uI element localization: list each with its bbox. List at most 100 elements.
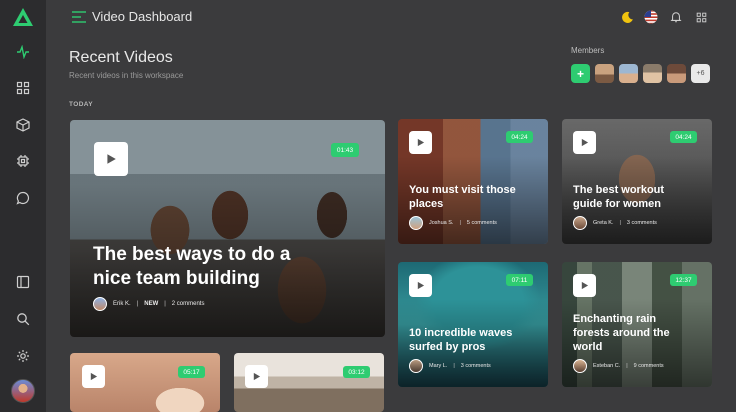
play-icon (90, 372, 98, 381)
video-card[interactable]: 03:12 (234, 353, 384, 412)
play-button[interactable] (409, 274, 432, 297)
video-title: The best workout guide for women (573, 184, 664, 212)
play-icon (417, 138, 425, 147)
member-avatar[interactable] (643, 64, 662, 83)
sidebar (0, 0, 46, 412)
duration-badge: 05:17 (178, 366, 205, 378)
duration-badge: 07:11 (506, 274, 533, 286)
video-card[interactable]: 07:11 10 incredible waves surfed by pros… (398, 262, 548, 387)
video-title-line: The best workout (573, 184, 665, 196)
video-meta: Greta K. | 3 comments (573, 216, 657, 230)
activity-icon[interactable] (14, 43, 32, 61)
us-flag-icon[interactable] (644, 10, 658, 24)
member-avatar[interactable] (595, 64, 614, 83)
user-avatar[interactable] (11, 379, 35, 403)
play-button[interactable] (94, 142, 128, 176)
comments-count: 2 comments (171, 301, 205, 307)
play-button[interactable] (82, 365, 105, 388)
grid-icon[interactable] (14, 79, 32, 97)
meta-separator: | (626, 363, 628, 369)
topbar: Video Dashboard (46, 0, 736, 34)
member-avatar[interactable] (619, 64, 638, 83)
play-icon (581, 281, 589, 290)
more-members-button[interactable]: +6 (691, 64, 710, 83)
author-name: Greta K. (593, 220, 614, 226)
author-name: Erik K. (113, 301, 131, 307)
gear-icon[interactable] (14, 347, 32, 365)
play-button[interactable] (245, 365, 268, 388)
bell-icon[interactable] (669, 10, 683, 24)
duration-badge: 12:37 (670, 274, 697, 286)
video-tag: NEW (144, 301, 159, 307)
video-title-line: forests around the (573, 326, 670, 339)
video-title-line: places (409, 197, 444, 210)
video-card[interactable]: 12:37 Enchanting rain forests around the… (562, 262, 712, 387)
play-icon (107, 154, 116, 164)
author-avatar (573, 216, 587, 230)
member-avatar[interactable] (667, 64, 686, 83)
video-title-line: The best ways to do a (93, 244, 291, 265)
video-meta: Esteban C. | 9 comments (573, 359, 664, 373)
meta-separator: | (136, 301, 139, 307)
members-label: Members (571, 46, 605, 55)
video-card[interactable]: 05:17 (70, 353, 220, 412)
comments-count: 3 comments (460, 363, 491, 369)
video-title-line: nice team building (93, 267, 260, 289)
play-button[interactable] (573, 131, 596, 154)
duration-badge: 04:24 (670, 131, 697, 143)
members-list: + +6 (571, 64, 710, 83)
play-icon (581, 138, 589, 147)
author-avatar (93, 297, 107, 311)
meta-separator: | (164, 301, 166, 307)
duration-badge: 03:12 (343, 366, 370, 378)
play-icon (253, 372, 261, 381)
add-member-button[interactable]: + (571, 64, 590, 83)
moon-icon[interactable] (620, 10, 634, 24)
author-avatar (409, 359, 423, 373)
panel-icon[interactable] (14, 273, 32, 291)
video-title: 10 incredible waves surfed by pros (409, 327, 512, 355)
comments-count: 3 comments (626, 220, 657, 226)
meta-separator: | (619, 220, 621, 226)
comments-count: 9 comments (633, 363, 664, 369)
author-name: Esteban C. (593, 363, 621, 369)
duration-badge: 01:43 (331, 143, 359, 157)
video-card[interactable]: 04:24 You must visit those places Joshua… (398, 119, 548, 244)
meta-separator: | (459, 220, 461, 226)
duration-badge: 04:24 (506, 131, 533, 143)
video-meta: Mary L. | 3 comments (409, 359, 491, 373)
video-meta: Joshua S. | 5 comments (409, 216, 497, 230)
video-meta: Erik K. | NEW | 2 comments (93, 297, 204, 311)
author-name: Joshua S. (429, 220, 454, 226)
box-icon[interactable] (14, 116, 32, 134)
video-title: The best ways to do a nice team building (93, 243, 290, 291)
meta-separator: | (453, 363, 455, 369)
video-title-line: guide for women (573, 197, 661, 210)
page-subtitle: Recent videos in this workspace (69, 71, 184, 80)
group-label: TODAY (69, 101, 94, 108)
video-title: You must visit those places (409, 184, 516, 212)
author-avatar (573, 359, 587, 373)
video-title-line: 10 incredible waves (409, 327, 513, 339)
comments-count: 5 comments (466, 220, 497, 226)
apps-grid-icon[interactable] (694, 10, 708, 24)
play-icon (417, 281, 425, 290)
app-title: Video Dashboard (92, 9, 193, 24)
chip-icon[interactable] (14, 152, 32, 170)
play-button[interactable] (573, 274, 596, 297)
logo-icon (13, 8, 33, 26)
video-card[interactable]: 04:24 The best workout guide for women G… (562, 119, 712, 244)
play-button[interactable] (409, 131, 432, 154)
page-title: Recent Videos (69, 49, 173, 66)
menu-icon[interactable] (72, 11, 86, 23)
video-title: Enchanting rain forests around the world (573, 313, 670, 354)
video-title-line: Enchanting rain (573, 313, 657, 325)
author-avatar (409, 216, 423, 230)
video-title-line: world (573, 340, 603, 353)
chat-icon[interactable] (14, 189, 32, 207)
search-icon[interactable] (14, 310, 32, 328)
video-card[interactable]: 01:43 The best ways to do a nice team bu… (70, 120, 385, 337)
video-title-line: You must visit those (409, 184, 516, 196)
author-name: Mary L. (429, 363, 448, 369)
video-title-line: surfed by pros (409, 340, 486, 353)
